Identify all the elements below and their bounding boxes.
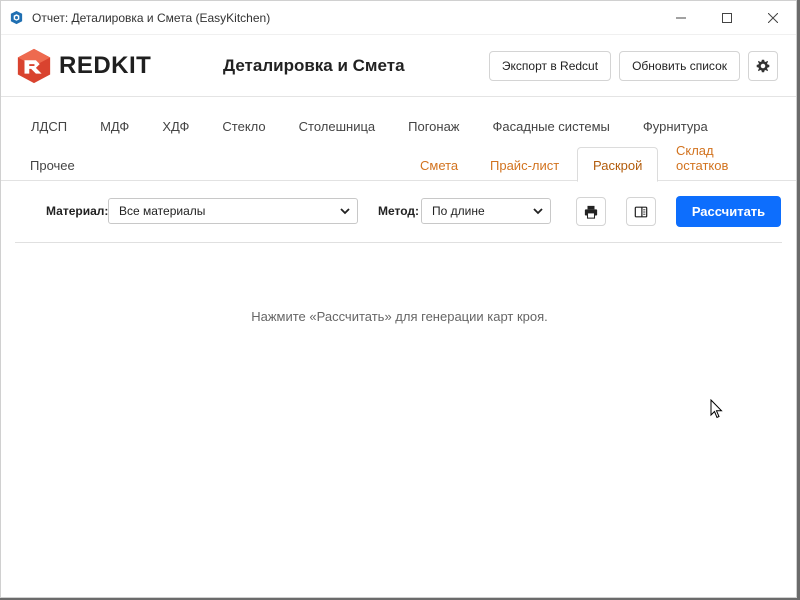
tab-row-materials: ЛДСП МДФ ХДФ Стекло Столешница Погонаж Ф…: [15, 115, 725, 138]
toolbar-divider: [15, 242, 782, 243]
maximize-icon[interactable]: [704, 1, 750, 35]
tab-mdf[interactable]: МДФ: [84, 115, 145, 138]
method-select-value: По длине: [432, 204, 485, 218]
logo: REDKIT: [15, 47, 151, 85]
minimize-icon[interactable]: [658, 1, 704, 35]
close-icon[interactable]: [750, 1, 796, 35]
window-title: Отчет: Деталировка и Смета (EasyKitchen): [32, 10, 271, 25]
tab-glass[interactable]: Стекло: [206, 115, 281, 138]
panel-toggle-button[interactable]: [626, 197, 656, 226]
material-select[interactable]: Все материалы: [108, 198, 358, 224]
calculate-button[interactable]: Рассчитать: [676, 196, 781, 227]
settings-button[interactable]: [748, 51, 778, 81]
mouse-cursor-icon: [710, 399, 723, 419]
export-redcut-button[interactable]: Экспорт в Redcut: [488, 51, 612, 81]
refresh-list-button[interactable]: Обновить список: [619, 51, 740, 81]
gear-icon: [756, 59, 770, 73]
tab-price-list[interactable]: Прайс-лист: [475, 148, 574, 181]
material-label: Материал:: [46, 204, 109, 218]
page-title: Деталировка и Смета: [223, 56, 405, 75]
chevron-down-icon: [340, 208, 350, 215]
tab-remnants-stock[interactable]: Склад остатков: [661, 133, 782, 181]
tab-ldsp[interactable]: ЛДСП: [15, 115, 83, 138]
method-select[interactable]: По длине: [421, 198, 551, 224]
tab-row-reports: Прочее Смета Прайс-лист Раскрой Склад ос…: [15, 143, 782, 182]
tab-facade-systems[interactable]: Фасадные системы: [477, 115, 626, 138]
tab-countertop[interactable]: Столешница: [283, 115, 392, 138]
title-bar: Отчет: Деталировка и Смета (EasyKitchen): [1, 1, 796, 35]
tab-hdf[interactable]: ХДФ: [146, 115, 205, 138]
tab-moldings[interactable]: Погонаж: [392, 115, 475, 138]
header-actions: Экспорт в Redcut Обновить список: [488, 51, 778, 81]
sketchup-app-icon: [9, 10, 25, 26]
tab-other[interactable]: Прочее: [15, 148, 90, 181]
report-window: Отчет: Деталировка и Смета (EasyKitchen)…: [0, 0, 797, 598]
cutting-toolbar: Материал: Все материалы Метод: По длине: [1, 181, 796, 243]
app-header: REDKIT Деталировка и Смета Экспорт в Red…: [1, 35, 796, 97]
print-icon: [584, 205, 598, 219]
chevron-down-icon: [533, 208, 543, 215]
method-label: Метод:: [378, 204, 420, 218]
tab-estimate[interactable]: Смета: [405, 148, 473, 181]
category-tabs: ЛДСП МДФ ХДФ Стекло Столешница Погонаж Ф…: [1, 97, 796, 182]
print-button[interactable]: [576, 197, 606, 226]
empty-state-message: Нажмите «Рассчитать» для генерации карт …: [251, 309, 548, 324]
redkit-logo-icon: [17, 48, 51, 83]
panel-icon: [634, 206, 648, 217]
logo-text: REDKIT: [59, 51, 152, 79]
tab-cutting[interactable]: Раскрой: [577, 147, 659, 182]
material-select-value: Все материалы: [119, 204, 206, 218]
